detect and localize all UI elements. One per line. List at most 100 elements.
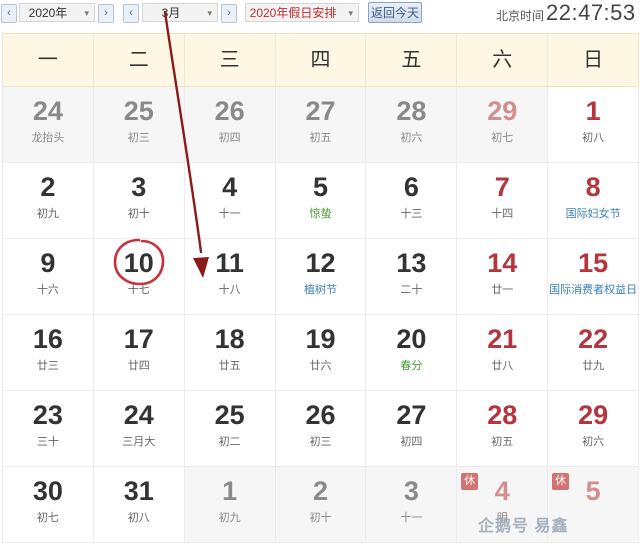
back-to-today-button[interactable]: 返回今天 [368, 2, 422, 23]
day-number: 1 [222, 476, 238, 506]
lunar-label: 十四 [491, 208, 514, 220]
day-cell[interactable]: 9 十六 [3, 239, 94, 314]
holiday-select[interactable]: 2020年假日安排 ▾ [245, 3, 359, 22]
lunar-label: 二十 [400, 284, 423, 296]
watermark-text: 企鹅号 易鑫 [478, 518, 569, 535]
day-cell[interactable]: 24 三月大 [93, 391, 185, 466]
chevron-down-icon: ▾ [207, 8, 212, 18]
day-number: 29 [578, 400, 609, 430]
day-cell[interactable]: 1 初八 [548, 87, 640, 162]
day-cell[interactable]: 7 十四 [457, 163, 549, 238]
day-number: 25 [123, 96, 154, 126]
day-number: 3 [131, 172, 147, 202]
lunar-label: 国际妇女节 [565, 208, 621, 220]
lunar-label: 廿一 [491, 284, 514, 296]
day-number: 6 [403, 172, 419, 202]
day-number: 24 [32, 96, 63, 126]
prev-month-button[interactable]: ‹ [123, 4, 139, 23]
week-row: 16 廿三 17 廿四 18 廿五 19 廿六 20 春分 21 廿八 22 廿九 [3, 315, 640, 391]
day-cell[interactable]: 25 初二 [184, 391, 276, 466]
day-cell[interactable]: 29 初六 [548, 391, 640, 466]
weekday-sun: 日 [547, 34, 638, 86]
lunar-label: 初五 [309, 132, 332, 144]
year-select[interactable]: 2020年 ▾ [19, 3, 95, 22]
day-number: 12 [305, 248, 336, 278]
weekday-mon: 一 [37, 49, 58, 71]
day-cell[interactable]: 6 十三 [366, 163, 458, 238]
lunar-label: 廿五 [218, 360, 241, 372]
day-cell[interactable]: 25 初三 [93, 87, 185, 162]
day-number: 21 [487, 324, 518, 354]
year-select-value: 2020年 [28, 6, 68, 20]
day-cell[interactable]: 21 廿八 [457, 315, 549, 390]
day-number: 9 [40, 248, 56, 278]
day-cell[interactable]: 17 廿四 [93, 315, 185, 390]
day-cell[interactable]: 30 初七 [3, 467, 94, 542]
lunar-label: 初六 [400, 132, 423, 144]
day-cell[interactable]: 15 国际消费者权益日 [548, 239, 640, 314]
next-year-button[interactable]: › [98, 4, 114, 23]
day-cell[interactable]: 28 初五 [457, 391, 549, 466]
day-cell[interactable]: 16 廿三 [3, 315, 94, 390]
lunar-label: 十八 [218, 284, 241, 296]
week-row: 9 十六 10 十七 11 十八 12 植树节 13 二十 14 廿一 15 国际消费者权益日 [3, 239, 640, 315]
day-number: 18 [214, 324, 245, 354]
day-cell[interactable]: 12 植树节 [275, 239, 367, 314]
day-cell[interactable]: 2 初十 [275, 467, 367, 542]
day-cell[interactable]: 8 国际妇女节 [548, 163, 640, 238]
weekday-tue: 二 [92, 34, 184, 86]
day-number: 26 [214, 96, 245, 126]
month-select[interactable]: 3月 ▾ [142, 3, 218, 22]
day-cell[interactable]: 27 初四 [366, 391, 458, 466]
lunar-label: 十六 [36, 284, 59, 296]
lunar-label: 十一 [400, 512, 423, 524]
day-cell[interactable]: 1 初九 [184, 467, 276, 542]
day-number: 16 [32, 324, 63, 354]
day-cell[interactable]: 29 初七 [457, 87, 549, 162]
day-number: 28 [396, 96, 427, 126]
day-number: 3 [403, 476, 419, 506]
day-cell[interactable]: 18 廿五 [184, 315, 276, 390]
day-cell[interactable]: 23 三十 [3, 391, 94, 466]
date-highlight-circle [113, 238, 165, 286]
day-cell[interactable]: 26 初三 [275, 391, 367, 466]
day-cell[interactable]: 11 十八 [184, 239, 276, 314]
day-number: 20 [396, 324, 427, 354]
weekday-fri: 五 [365, 34, 456, 86]
lunar-label: 三十 [36, 436, 59, 448]
day-cell[interactable]: 27 初五 [275, 87, 367, 162]
day-cell[interactable]: 19 廿六 [275, 315, 367, 390]
day-number: 14 [487, 248, 518, 278]
day-cell[interactable]: 2 初九 [3, 163, 94, 238]
lunar-label: 初三 [127, 132, 150, 144]
day-cell[interactable]: 28 初六 [366, 87, 458, 162]
lunar-label: 初十 [309, 512, 332, 524]
lunar-label: 三月大 [122, 436, 156, 448]
next-month-button[interactable]: › [221, 4, 237, 23]
lunar-label: 初二 [218, 436, 241, 448]
day-cell[interactable]: 5 惊蛰 [275, 163, 367, 238]
day-number: 19 [305, 324, 336, 354]
day-number: 23 [32, 400, 63, 430]
day-cell[interactable]: 13 二十 [366, 239, 458, 314]
chevron-down-icon: ▾ [348, 8, 353, 18]
day-cell[interactable]: 22 廿九 [548, 315, 640, 390]
day-cell[interactable]: 20 春分 [366, 315, 458, 390]
day-cell[interactable]: 3 十一 [366, 467, 458, 542]
week-row: 2 初九 3 初十 4 十一 5 惊蛰 6 十三 7 十四 8 国际妇女节 [3, 163, 640, 239]
day-cell[interactable]: 24 龙抬头 [3, 87, 94, 162]
weekday-sat: 六 [456, 34, 547, 86]
week-row: 24 龙抬头 25 初三 26 初四 27 初五 28 初六 29 初七 1 初八 [3, 87, 640, 163]
day-cell[interactable]: 14 廿一 [457, 239, 549, 314]
prev-year-button[interactable]: ‹ [1, 4, 17, 23]
day-cell[interactable]: 26 初四 [184, 87, 276, 162]
day-cell[interactable]: 31 初八 [93, 467, 185, 542]
lunar-label: 初五 [491, 436, 514, 448]
lunar-label: 廿八 [491, 360, 514, 372]
lunar-label: 初八 [127, 512, 150, 524]
lunar-label: 廿九 [582, 360, 605, 372]
day-cell[interactable]: 3 初十 [93, 163, 185, 238]
day-cell[interactable]: 4 十一 [184, 163, 276, 238]
day-number: 26 [305, 400, 336, 430]
lunar-label: 初四 [400, 436, 423, 448]
